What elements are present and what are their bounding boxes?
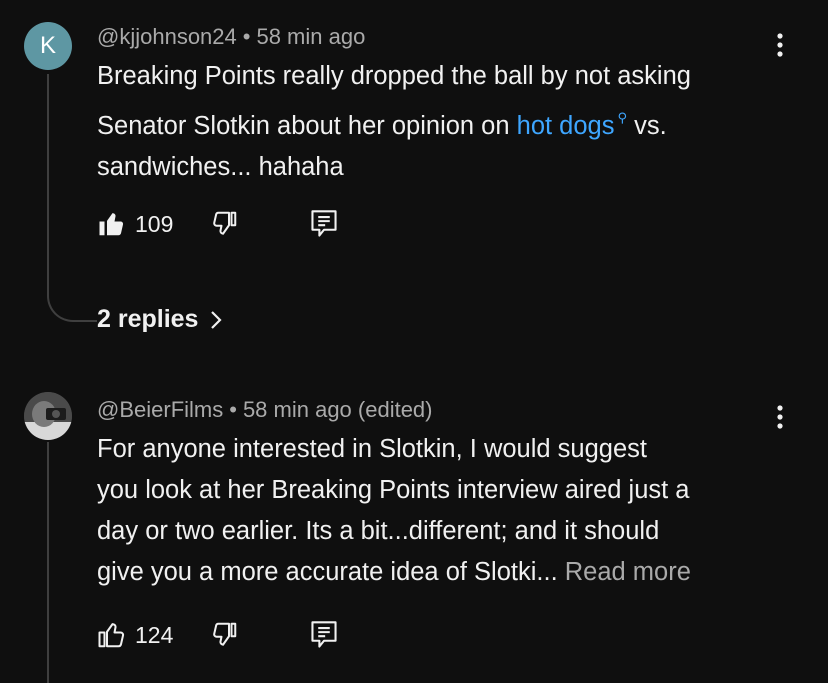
search-icon: ⚲ <box>617 110 628 125</box>
comment-text-line: day or two earlier. Its a bit...differen… <box>97 517 660 545</box>
avatar[interactable] <box>24 392 72 440</box>
avatar-photo-icon <box>24 392 72 440</box>
comment-text: For anyone interested in Slotkin, I woul… <box>97 429 777 593</box>
comment-time[interactable]: 58 min ago <box>256 24 365 49</box>
comments-section: K @kjjohnson24 • 58 min ago Breaking Point… <box>0 0 828 683</box>
comment-time[interactable]: 58 min ago (edited) <box>243 397 433 422</box>
like-count: 124 <box>135 621 174 648</box>
replies-count-label: 2 replies <box>97 305 199 333</box>
dislike-button[interactable] <box>209 207 239 241</box>
like-count: 109 <box>135 210 174 237</box>
chevron-right-icon <box>211 310 223 329</box>
reply-icon <box>311 210 337 237</box>
more-vert-icon <box>777 405 783 429</box>
thumbs-up-icon <box>99 213 124 236</box>
like-button[interactable]: 124 <box>97 618 173 652</box>
dislike-button[interactable] <box>209 618 239 652</box>
comment-text: Breaking Points really dropped the ball … <box>97 56 777 188</box>
avatar-letter: K <box>39 32 56 59</box>
author-handle[interactable]: @BeierFilms <box>97 397 223 422</box>
thread-connector-line <box>47 74 97 322</box>
thread-connector-line <box>47 442 49 683</box>
author-handle[interactable]: @kjjohnson24 <box>97 24 237 49</box>
comment-text-line: For anyone interested in Slotkin, I woul… <box>97 435 647 463</box>
more-vert-icon <box>777 33 783 57</box>
comment-meta: @kjjohnson24 • 58 min ago <box>97 24 365 50</box>
thumbs-up-icon <box>98 623 125 648</box>
comment-text-part: give you a more accurate idea of Slotki.… <box>97 558 565 586</box>
more-actions-button[interactable] <box>768 402 792 432</box>
reply-button[interactable] <box>310 618 338 652</box>
separator-dot: • <box>229 397 237 422</box>
read-more-link[interactable]: Read more <box>565 558 691 586</box>
separator-dot: • <box>242 24 251 49</box>
search-link[interactable]: hot dogs <box>517 112 615 140</box>
view-replies-button[interactable]: 2 replies <box>97 305 223 334</box>
thumbs-down-icon <box>213 622 237 646</box>
comment-meta: @BeierFilms • 58 min ago (edited) <box>97 397 433 423</box>
reply-icon <box>311 621 337 648</box>
reply-button[interactable] <box>310 207 338 241</box>
like-button[interactable]: 109 <box>97 207 173 241</box>
comment-text-line: you look at her Breaking Points intervie… <box>97 476 690 504</box>
comment-text-line: give you a more accurate idea of Slotki.… <box>97 552 777 593</box>
avatar[interactable]: K <box>24 22 72 70</box>
thumbs-down-icon <box>213 211 237 235</box>
